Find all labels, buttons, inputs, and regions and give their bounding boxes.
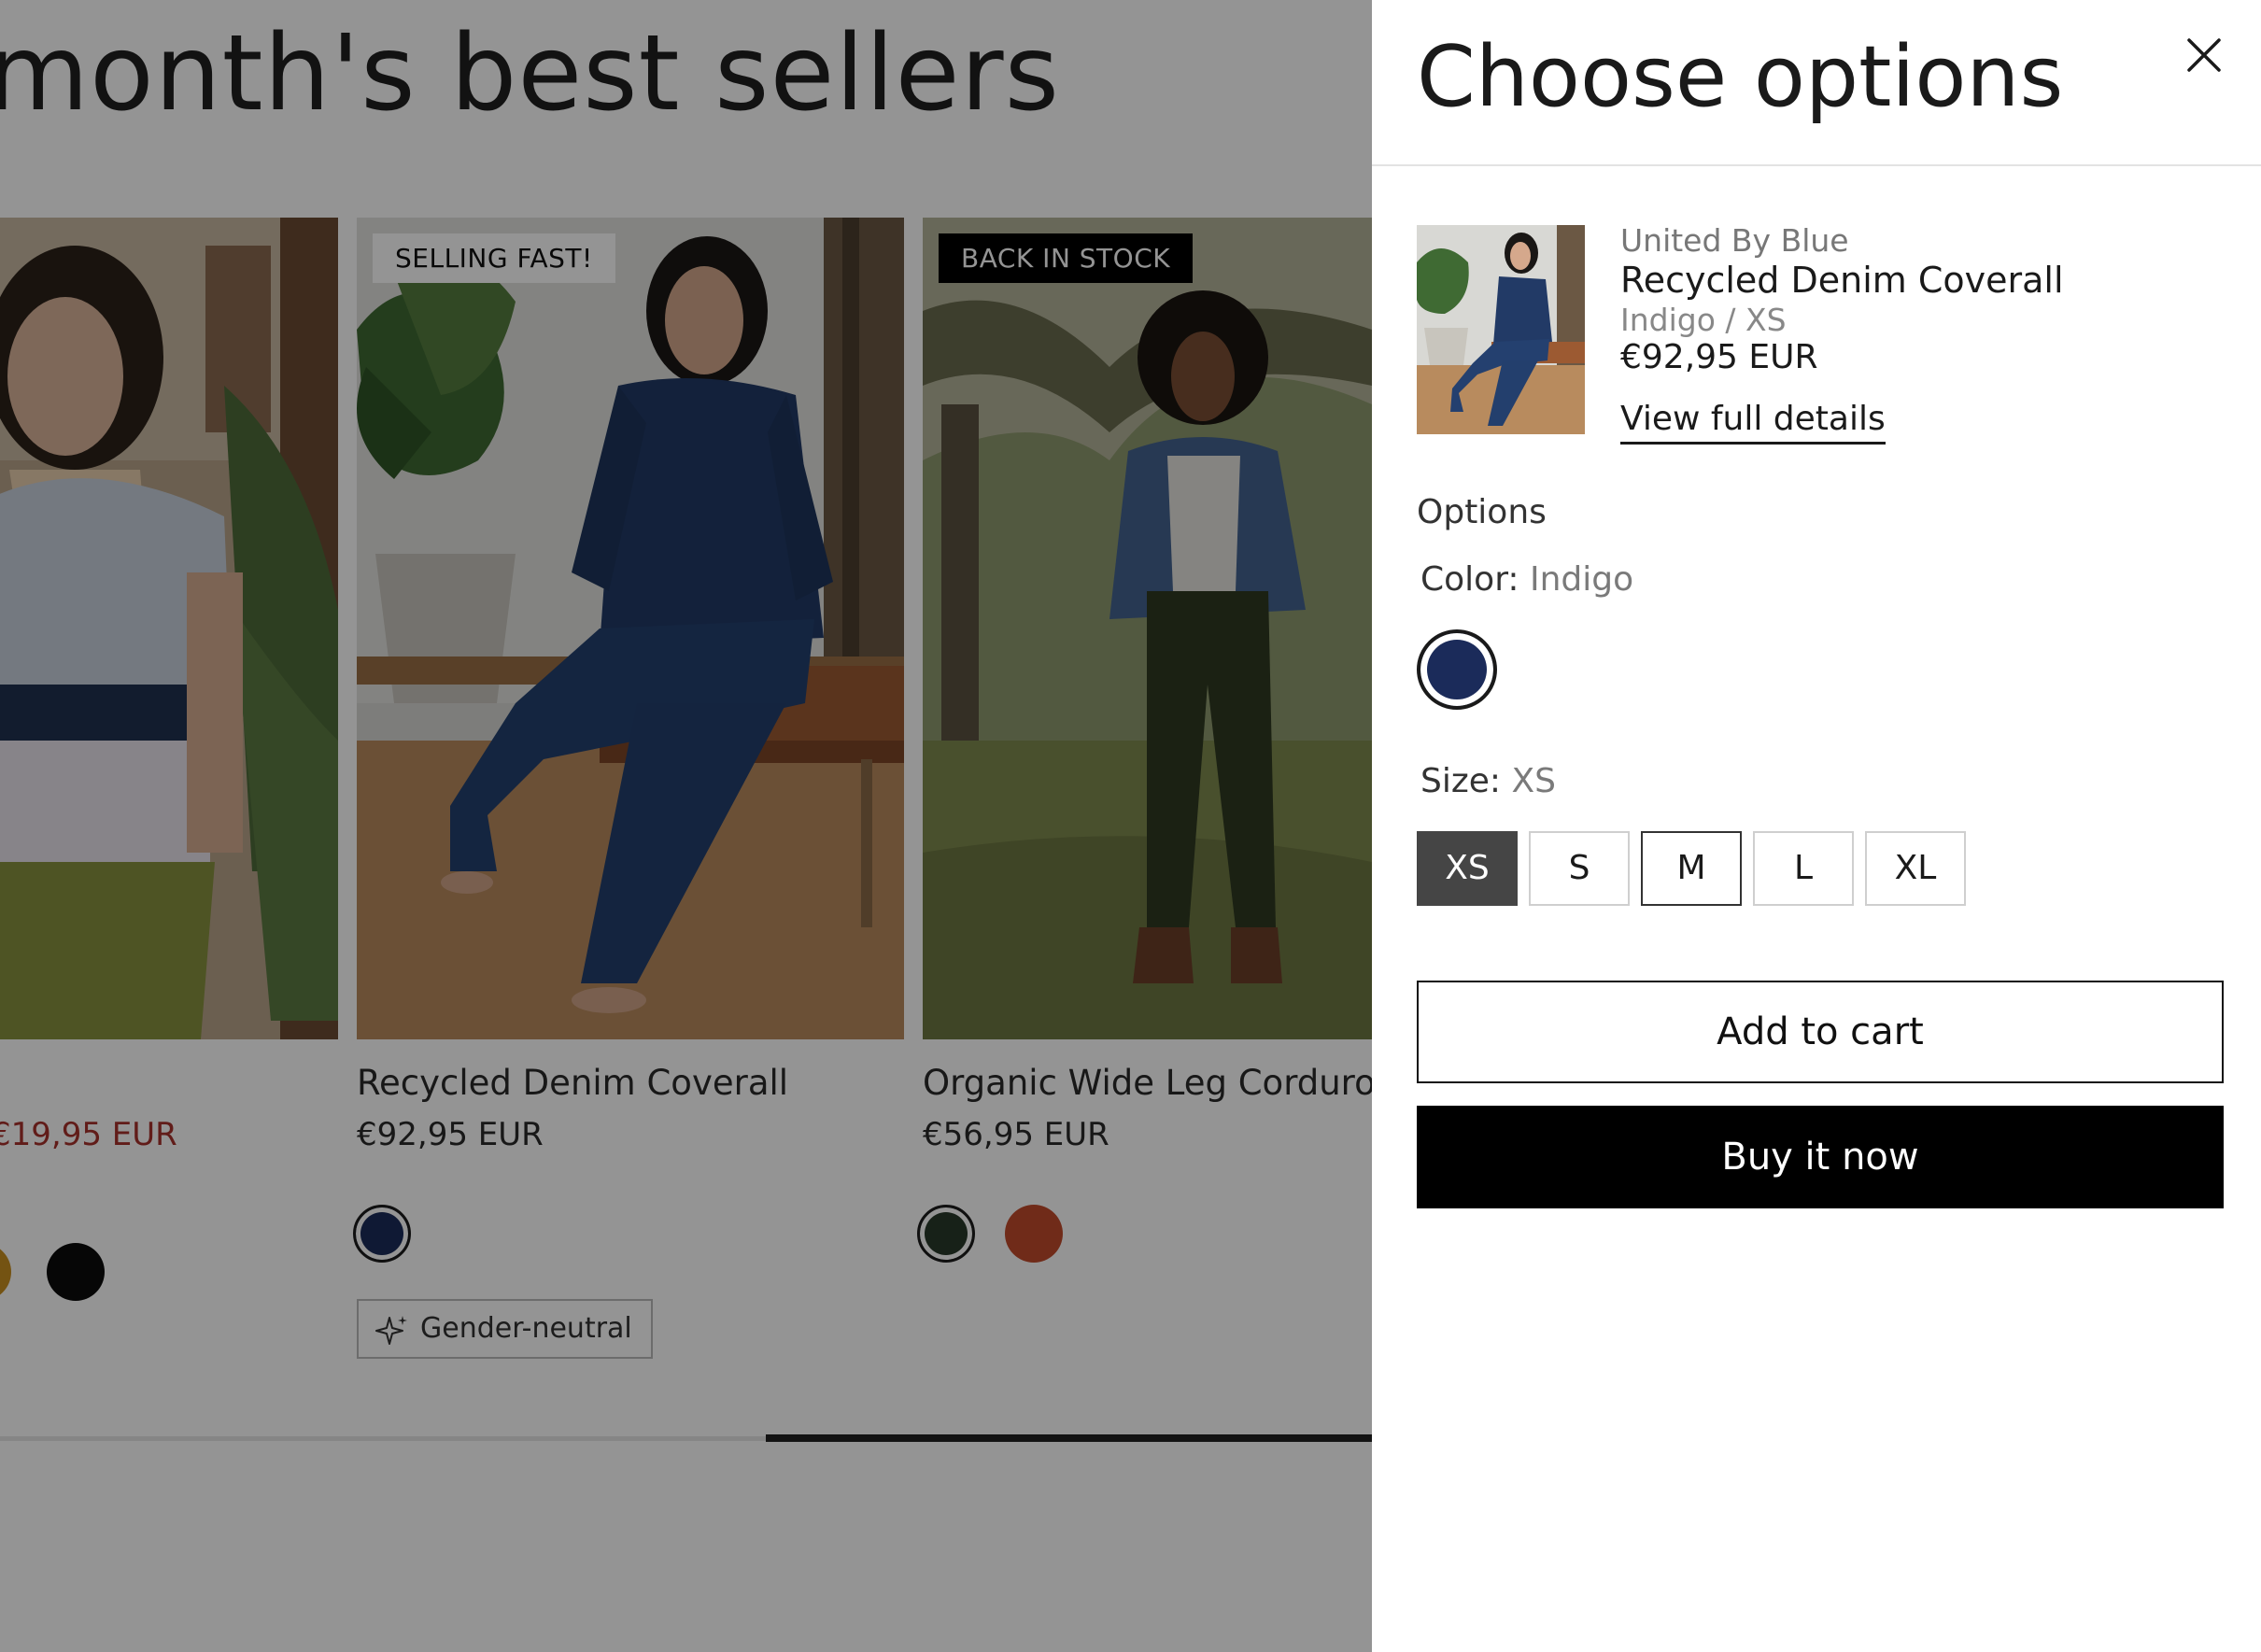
size-option-s[interactable]: S: [1529, 831, 1630, 906]
size-label: Size: XS: [1420, 762, 1556, 800]
size-label-text: Size:: [1420, 762, 1502, 800]
product-name: Recycled Denim Coverall: [1620, 260, 2064, 301]
color-swatch-indigo[interactable]: [1417, 629, 1497, 710]
drawer-title: Choose options: [1417, 28, 2064, 126]
close-icon[interactable]: [2181, 32, 2227, 78]
color-label: Color: Indigo: [1420, 560, 1633, 599]
add-to-cart-button[interactable]: Add to cart: [1417, 981, 2224, 1083]
color-label-text: Color:: [1420, 560, 1519, 599]
options-heading: Options: [1417, 493, 1547, 531]
color-selected-value: Indigo: [1529, 560, 1634, 599]
view-full-details-link[interactable]: View full details: [1620, 400, 1886, 445]
size-option-l[interactable]: L: [1753, 831, 1854, 906]
product-thumbnail[interactable]: [1417, 225, 1585, 434]
product-price: €92,95 EUR: [1620, 338, 1818, 376]
size-option-xl[interactable]: XL: [1865, 831, 1966, 906]
quick-add-drawer: Choose options United By Blue Recycled D…: [1372, 0, 2261, 1652]
modal-overlay[interactable]: [0, 0, 1372, 1652]
buy-it-now-button[interactable]: Buy it now: [1417, 1106, 2224, 1208]
drawer-divider: [1372, 164, 2261, 166]
size-selected-value: XS: [1511, 762, 1556, 800]
size-option-m[interactable]: M: [1641, 831, 1742, 906]
product-vendor: United By Blue: [1620, 222, 1849, 259]
size-option-xs[interactable]: XS: [1417, 831, 1518, 906]
product-variant: Indigo / XS: [1620, 302, 1787, 338]
